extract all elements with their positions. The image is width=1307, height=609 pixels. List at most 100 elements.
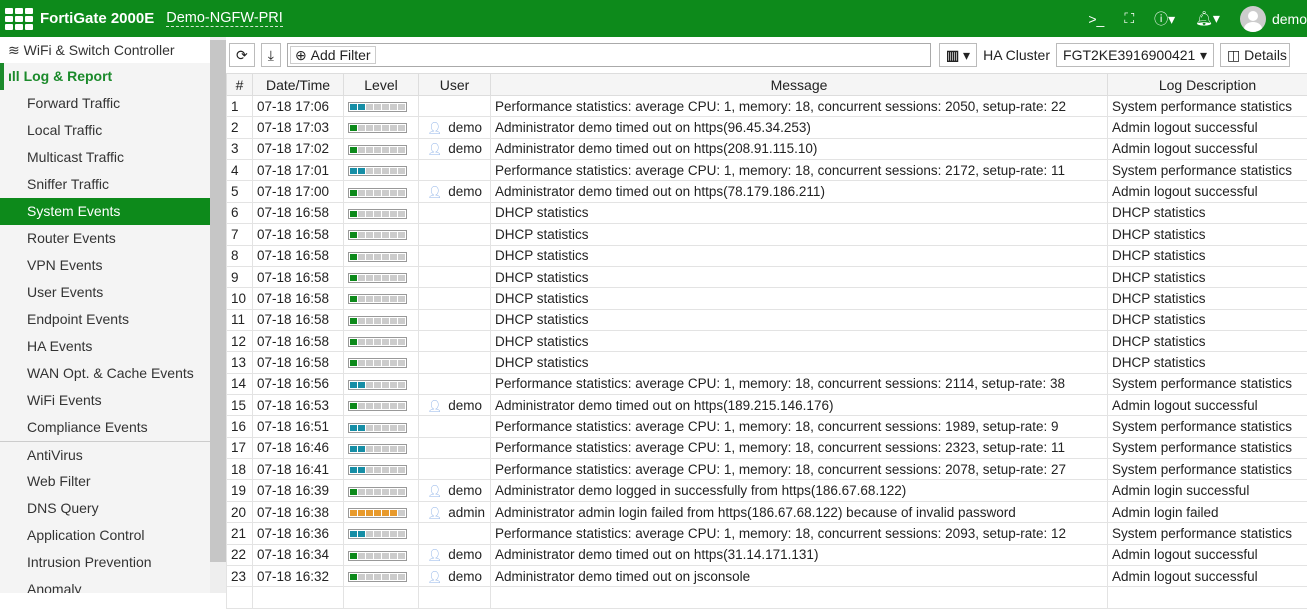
level-segment [358,190,365,196]
hostname-link[interactable]: Demo-NGFW-PRI [166,10,283,27]
cli-console-icon[interactable]: >_ [1088,11,1104,27]
product-name: FortiGate 2000E [40,10,154,27]
fullscreen-icon[interactable]: ⛶ [1124,10,1134,27]
sidebar-item-system-events[interactable]: System Events [0,198,210,225]
table-row[interactable]: 907-18 16:58DHCP statisticsDHCP statisti… [227,266,1307,287]
row-description: System performance statistics [1108,416,1307,437]
row-datetime: 07-18 16:32 [253,565,344,586]
level-segment [374,211,381,217]
sidebar-item-router-events[interactable]: Router Events [0,225,210,252]
bell-icon[interactable]: 🔔︎▾ [1195,10,1220,27]
log-table: # Date/Time Level User Message Log Descr… [226,73,1307,609]
filter-input[interactable]: ⊕Add Filter [287,43,931,67]
table-row[interactable]: 1507-18 16:53👤︎demoAdministrator demo ti… [227,395,1307,416]
sidebar-scrollbar[interactable] [210,37,226,593]
table-row[interactable]: 307-18 17:02👤︎demoAdministrator demo tim… [227,138,1307,159]
level-segment [350,553,357,559]
user-menu[interactable]: demo [1240,6,1307,32]
sidebar-item-sniffer-traffic[interactable]: Sniffer Traffic [0,171,210,198]
table-row[interactable]: 807-18 16:58DHCP statisticsDHCP statisti… [227,245,1307,266]
row-datetime: 07-18 16:36 [253,523,344,544]
sidebar-item-application-control[interactable]: Application Control [0,522,210,549]
table-row[interactable]: 2307-18 16:32👤︎demoAdministrator demo ti… [227,565,1307,586]
table-row[interactable]: 2007-18 16:38👤︎adminAdministrator admin … [227,501,1307,522]
table-row[interactable]: 2107-18 16:36Performance statistics: ave… [227,523,1307,544]
sidebar-item-anomaly[interactable]: Anomaly [0,576,210,593]
sidebar-item-wifi-events[interactable]: WiFi Events [0,387,210,414]
sidebar-item-wifi-switch-controller[interactable]: ≋ WiFi & Switch Controller [0,37,210,63]
user-icon: 👤︎ [427,142,442,156]
row-datetime: 07-18 16:58 [253,266,344,287]
level-segment [350,318,357,324]
add-filter-button[interactable]: ⊕Add Filter [290,46,376,64]
sidebar-item-label: Multicast Traffic [27,149,124,165]
sidebar-item-vpn-events[interactable]: VPN Events [0,252,210,279]
sidebar-item-forward-traffic[interactable]: Forward Traffic [0,90,210,117]
table-row[interactable]: 107-18 17:06Performance statistics: aver… [227,96,1307,117]
table-row[interactable]: 1907-18 16:39👤︎demoAdministrator demo lo… [227,480,1307,501]
column-header-description[interactable]: Log Description [1108,74,1307,96]
table-row[interactable]: 1707-18 16:46Performance statistics: ave… [227,437,1307,458]
sidebar-item-ha-events[interactable]: HA Events [0,333,210,360]
sidebar-item-label: System Events [27,203,120,219]
row-user [419,416,491,437]
level-segment [390,574,397,580]
table-row[interactable]: 407-18 17:01Performance statistics: aver… [227,160,1307,181]
table-row[interactable]: 1007-18 16:58DHCP statisticsDHCP statist… [227,288,1307,309]
row-datetime: 07-18 16:34 [253,544,344,565]
row-message: DHCP statistics [491,309,1108,330]
sidebar-item-multicast-traffic[interactable]: Multicast Traffic [0,144,210,171]
level-segment [366,147,373,153]
table-row[interactable]: 1607-18 16:51Performance statistics: ave… [227,416,1307,437]
table-row[interactable]: 607-18 16:58DHCP statisticsDHCP statisti… [227,202,1307,223]
table-row[interactable] [227,587,1307,608]
column-settings-button[interactable]: ▥ ▾ [939,43,977,67]
table-row[interactable]: 207-18 17:03👤︎demoAdministrator demo tim… [227,117,1307,138]
row-datetime: 07-18 16:38 [253,501,344,522]
column-header-index[interactable]: # [227,74,253,96]
row-description: DHCP statistics [1108,202,1307,223]
user-name: demo [448,141,482,156]
help-icon[interactable]: ⓘ▾ [1154,9,1175,29]
sidebar-item-intrusion-prevention[interactable]: Intrusion Prevention [0,549,210,576]
sidebar-item-user-events[interactable]: User Events [0,279,210,306]
table-row[interactable]: 1107-18 16:58DHCP statisticsDHCP statist… [227,309,1307,330]
row-description: System performance statistics [1108,96,1307,117]
level-segment [382,190,389,196]
table-row[interactable]: 1807-18 16:41Performance statistics: ave… [227,459,1307,480]
column-header-level[interactable]: Level [344,74,419,96]
sidebar-item-wan-opt-cache-events[interactable]: WAN Opt. & Cache Events [0,360,210,387]
level-bar [348,188,407,198]
details-button[interactable]: ◫ Details [1220,43,1290,67]
download-button[interactable]: ⤓ [261,43,281,67]
table-row[interactable]: 707-18 16:58DHCP statisticsDHCP statisti… [227,224,1307,245]
sidebar-item-dns-query[interactable]: DNS Query [0,495,210,522]
row-description: DHCP statistics [1108,330,1307,351]
column-header-datetime[interactable]: Date/Time [253,74,344,96]
sidebar-item-web-filter[interactable]: Web Filter [0,468,210,495]
row-level [344,160,419,181]
sidebar-item-local-traffic[interactable]: Local Traffic [0,117,210,144]
scrollbar-thumb[interactable] [210,40,226,562]
level-bar [348,401,407,411]
row-user [419,96,491,117]
sidebar-item-endpoint-events[interactable]: Endpoint Events [0,306,210,333]
table-row[interactable]: 1307-18 16:58DHCP statisticsDHCP statist… [227,352,1307,373]
sidebar-item-log-report[interactable]: ıll Log & Report [0,63,210,90]
level-segment [382,168,389,174]
column-header-message[interactable]: Message [491,74,1108,96]
table-row[interactable]: 1207-18 16:58DHCP statisticsDHCP statist… [227,330,1307,351]
table-row[interactable]: 507-18 17:00👤︎demoAdministrator demo tim… [227,181,1307,202]
sidebar-item-compliance-events[interactable]: Compliance Events [0,414,210,441]
refresh-button[interactable]: ⟳ [229,43,255,67]
ha-cluster-select[interactable]: FGT2KE3916900421▾ [1056,43,1214,67]
row-user [419,352,491,373]
level-bar [348,209,407,219]
level-segment [366,382,373,388]
table-row[interactable]: 1407-18 16:56Performance statistics: ave… [227,373,1307,394]
level-bar [348,294,407,304]
sidebar-item-label: Forward Traffic [27,95,120,111]
table-row[interactable]: 2207-18 16:34👤︎demoAdministrator demo ti… [227,544,1307,565]
sidebar-item-antivirus[interactable]: AntiVirus [0,441,210,468]
column-header-user[interactable]: User [419,74,491,96]
